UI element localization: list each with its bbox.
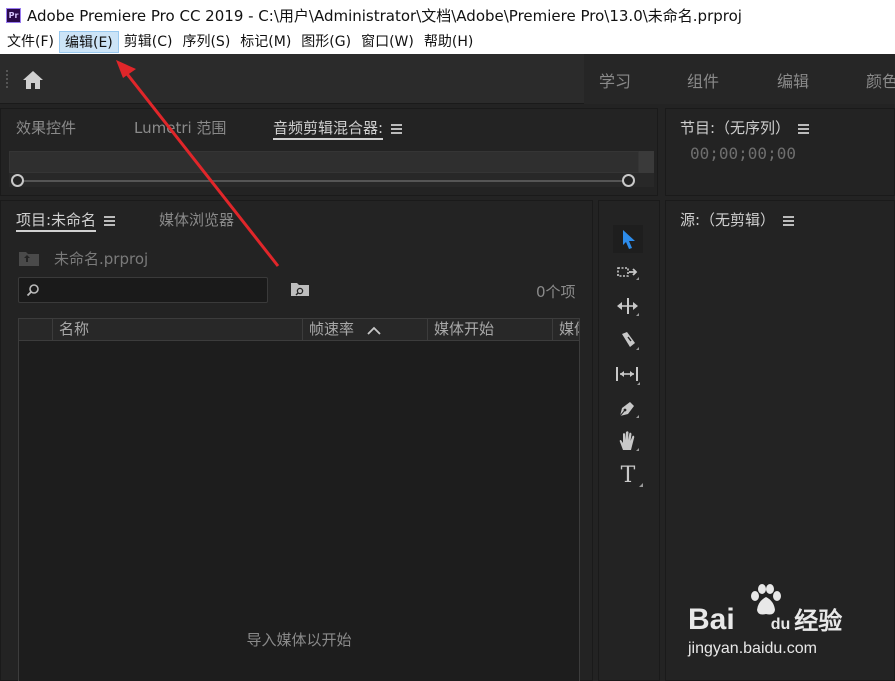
watermark-brand-du: du: [770, 616, 791, 633]
watermark-brand-cn: 经验: [794, 608, 843, 635]
watermark-url: jingyan.baidu.com: [688, 640, 817, 657]
watermark-brand: Bai du 经验: [688, 601, 842, 637]
watermark-brand-bai: Bai: [688, 603, 735, 636]
baidu-watermark: Bai du 经验 jingyan.baidu.com: [684, 583, 884, 663]
annotation-arrow: [116, 60, 280, 267]
